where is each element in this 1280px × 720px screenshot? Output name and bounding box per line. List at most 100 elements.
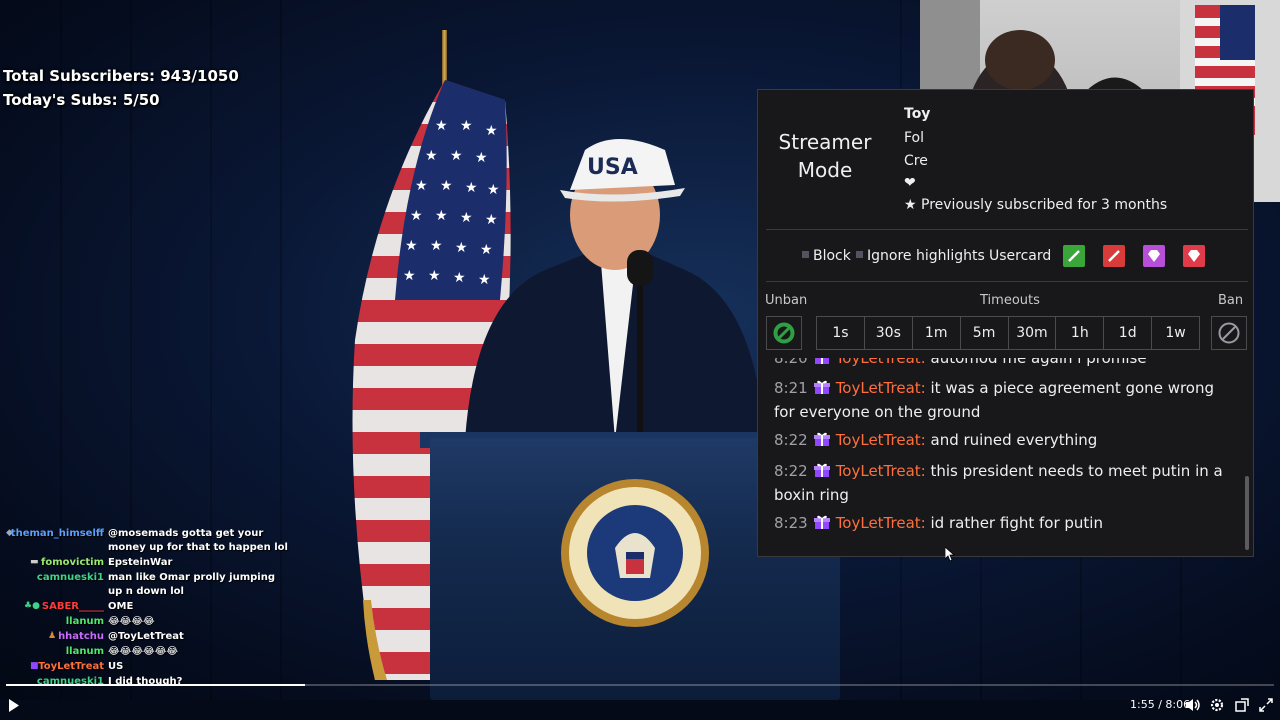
chat-message: 8:22 ToyLetTreat: this president needs to… [774,460,1229,506]
message-time: 8:21 [774,379,808,397]
subscriber-counter: Total Subscribers: 943/1050 Today's Subs… [3,64,239,112]
svg-text:★: ★ [405,238,418,254]
gift-badge-icon [813,431,830,453]
volume-icon [1186,699,1200,711]
gift-badge-icon [813,462,830,484]
usercard-actions: Block Ignore highlights Usercard [758,236,1255,276]
gift-badge-icon [814,358,830,371]
gift-badge-icon [813,514,830,536]
ban-label: Ban [1218,293,1244,308]
block-label: Block [813,248,851,264]
svg-text:★: ★ [428,268,441,284]
message-username[interactable]: ToyLetTreat: [836,431,926,449]
chat-username[interactable]: camnueski1 [37,570,104,585]
timeout-30m-button[interactable]: 30m [1009,317,1057,349]
sword-icon [1108,250,1120,262]
user-message-history: 8:20 ToyLetTreat: automod me again i prom… [758,358,1248,554]
badge-icon: ♣● [24,601,40,611]
timeout-5m-button[interactable]: 5m [961,317,1009,349]
chat-username[interactable]: llanum [66,644,104,659]
microphone-icon [627,250,653,286]
ban-button[interactable] [1211,316,1247,350]
svg-text:★: ★ [430,238,443,254]
chat-row: up n down lol [0,584,300,599]
heart-icon: ❤ [904,175,916,191]
unmod-action-button[interactable] [1103,245,1125,267]
microphone-stand [637,260,643,440]
usercard-link[interactable]: Usercard [989,248,1051,264]
gem-icon [1148,250,1160,262]
timeout-1s-button[interactable]: 1s [817,317,865,349]
svg-text:★: ★ [415,178,428,194]
chat-message: 8:20 ToyLetTreat: automod me again i prom… [774,358,1229,371]
usercard-username[interactable]: Toy [904,106,930,122]
unvip-action-button[interactable] [1183,245,1205,267]
message-time: 8:22 [774,462,808,480]
timeout-1h-button[interactable]: 1h [1056,317,1105,349]
sword-icon [1068,250,1080,262]
chat-username[interactable]: fomovictim [41,555,104,570]
volume-button[interactable] [1185,697,1201,713]
chat-text: @ToyLetTreat [108,631,184,642]
presidential-seal [561,479,709,627]
chat-text: EpsteinWar [108,557,173,568]
message-username[interactable]: ToyLetTreat: [836,379,926,397]
progress-bar[interactable] [6,684,1274,686]
message-time: 8:23 [774,514,808,532]
chat-text: up n down lol [108,586,184,597]
svg-text:★: ★ [440,178,453,194]
timeouts-label: Timeouts [980,293,1040,308]
chat-row: llanum 😂😂😂😂 [0,614,300,629]
message-scrollbar[interactable] [1245,476,1249,550]
usercard-created: Cre [904,153,928,169]
checkbox-box[interactable] [802,250,809,258]
chat-row: ♟ hhatchu @ToyLetTreat [0,629,300,644]
chat-text: @mosemads gotta get your [108,528,264,539]
badge-icon: ▬ [30,557,39,567]
chat-username[interactable]: llanum [66,614,104,629]
usercard-followed: Fol [904,130,925,146]
chat-username[interactable]: SABER_____ [42,599,104,614]
mod-action-button[interactable] [1063,245,1085,267]
playback-time: 1:55 / 8:06 [1130,698,1191,711]
timeout-1w-button[interactable]: 1w [1152,317,1199,349]
chat-row: ▬ fomovictim EpsteinWar [0,555,300,570]
chat-row: ◆ theman_himselff @mosemads gotta get yo… [0,526,300,541]
progress-fill [6,684,306,686]
gear-icon [1210,698,1224,712]
play-button[interactable] [6,697,22,713]
vip-action-button[interactable] [1143,245,1165,267]
ignore-highlights-checkbox[interactable]: Ignore highlights [856,248,985,264]
block-checkbox[interactable]: Block [802,248,851,264]
divider [766,229,1248,230]
chat-message: 8:23 ToyLetTreat: id rather fight for put… [774,512,1229,536]
ignore-highlights-label: Ignore highlights [867,248,985,264]
chat-message: 8:22 ToyLetTreat: and ruined everything [774,429,1229,453]
todays-subs: Today's Subs: 5/50 [3,91,160,109]
chat-username[interactable]: theman_himselff [11,526,104,541]
svg-text:★: ★ [425,148,438,164]
chat-row: ♣● SABER_____ OME [0,599,300,614]
unban-button[interactable] [766,316,802,350]
timeout-1m-button[interactable]: 1m [913,317,961,349]
chat-username[interactable]: ToyLetTreat [38,659,104,674]
fullscreen-icon [1259,698,1273,712]
timeout-1d-button[interactable]: 1d [1104,317,1153,349]
clip-button[interactable] [1234,697,1250,713]
message-username[interactable]: ToyLetTreat: [836,514,926,532]
chat-row: camnueski1 man like Omar prolly jumping [0,570,300,585]
timeout-30s-button[interactable]: 30s [865,317,913,349]
chat-overlay: ◆ theman_himselff @mosemads gotta get yo… [0,526,300,686]
message-text: id rather fight for putin [930,514,1103,532]
chat-username[interactable]: hhatchu [58,629,104,644]
speaker-figure: USA [465,139,765,440]
chat-text: 😂😂😂😂 [108,616,155,627]
badge-icon: ♟ [48,631,57,641]
checkbox-box[interactable] [856,250,863,258]
message-username[interactable]: ToyLetTreat: [836,358,926,367]
fullscreen-button[interactable] [1258,697,1274,713]
message-username[interactable]: ToyLetTreat: [836,462,926,480]
player-controls: 1:55 / 8:06 [0,690,1280,720]
play-icon [9,698,19,712]
settings-button[interactable] [1209,697,1225,713]
